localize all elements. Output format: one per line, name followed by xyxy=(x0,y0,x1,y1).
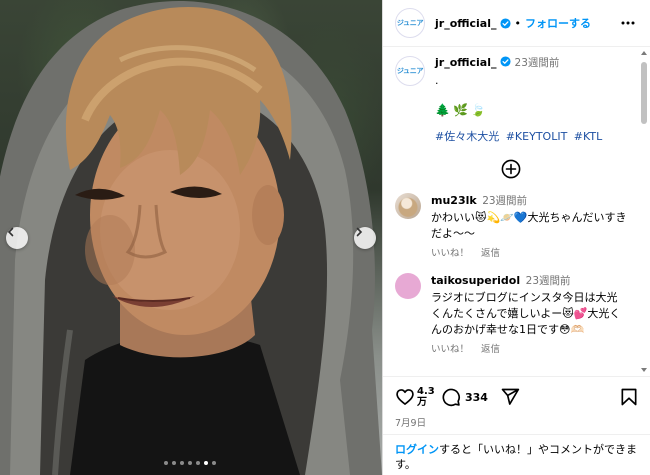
previous-slide-button[interactable] xyxy=(6,227,28,249)
carousel-dot xyxy=(188,461,192,465)
share-icon xyxy=(501,388,520,405)
comment-item: mu23lk 23週間前 かわいい😻💫🪐💙大光ちゃんだいすきだよ〜〜 いいね！ … xyxy=(395,192,627,261)
comment-reply-button[interactable]: 返信 xyxy=(481,343,500,357)
account-username[interactable]: jr_official_ xyxy=(435,17,497,30)
carousel-dot xyxy=(204,461,208,465)
like-count[interactable]: 4.3 万 xyxy=(417,386,435,408)
commenter-username[interactable]: mu23lk xyxy=(431,194,477,207)
header-separator: • xyxy=(514,16,522,30)
comment-like-button[interactable]: いいね！ xyxy=(431,343,469,357)
caption-hashtags: #佐々木大光 #KEYTOLIT #KTL xyxy=(435,130,605,145)
bookmark-icon xyxy=(621,388,637,406)
post-date[interactable]: 7月9日 xyxy=(395,415,639,429)
login-link[interactable]: ログイン xyxy=(395,443,439,456)
chevron-left-icon xyxy=(7,227,14,237)
commenter-avatar[interactable] xyxy=(395,192,421,219)
carousel-dot xyxy=(212,461,216,465)
caption-avatar-logo: ジュニア xyxy=(396,67,424,75)
like-count-unit: 万 xyxy=(417,397,427,408)
hashtag-link[interactable]: #KTL xyxy=(574,130,602,143)
comments-scrollbar[interactable] xyxy=(640,48,648,375)
chevron-right-icon xyxy=(356,227,363,237)
load-more-comments-button[interactable] xyxy=(395,159,627,179)
more-horizontal-icon xyxy=(621,21,635,25)
post-detail-panel: ジュニア jr_official_ • フォローする ジュニア jr_offic… xyxy=(382,0,650,475)
comment-item: taikosuperidol 23週間前 ラジオにブログにインスタ今日は大光くん… xyxy=(395,272,627,357)
like-count-number: 4.3 xyxy=(417,386,435,397)
caption-avatar[interactable]: ジュニア xyxy=(395,56,425,86)
comment-timestamp: 23週間前 xyxy=(525,274,571,287)
caption-username[interactable]: jr_official_ xyxy=(435,56,497,69)
hashtag-link[interactable]: #佐々木大光 xyxy=(435,130,499,143)
portrait-illustration xyxy=(0,1,382,475)
commenter-username[interactable]: taikosuperidol xyxy=(431,274,520,287)
heart-icon xyxy=(396,389,414,405)
scroll-down-arrow-icon[interactable] xyxy=(641,368,647,372)
comment-button[interactable] xyxy=(441,387,461,407)
carousel-dot xyxy=(164,461,168,465)
caption-text: · xyxy=(435,76,439,90)
post-caption: ジュニア jr_official_ 23週間前 · 🌲🌿🍃 #佐々木大光 #KEY… xyxy=(395,48,627,145)
share-button[interactable] xyxy=(500,387,520,407)
comment-timestamp: 23週間前 xyxy=(482,194,528,207)
caption-emojis: 🌲🌿🍃 xyxy=(435,102,489,117)
comment-reply-button[interactable]: 返信 xyxy=(481,247,500,261)
post-header: ジュニア jr_official_ • フォローする xyxy=(383,0,650,47)
carousel-dot xyxy=(180,461,184,465)
comment-text: ラジオにブログにインスタ今日は大光くんたくさんで嬉しいよー😻💕大光くんのおかげ幸… xyxy=(431,290,621,336)
carousel-dot xyxy=(196,461,200,465)
account-avatar[interactable]: ジュニア xyxy=(395,8,425,38)
more-options-button[interactable] xyxy=(618,13,638,33)
save-button[interactable] xyxy=(619,387,639,407)
hashtag-link[interactable]: #KEYTOLIT xyxy=(506,130,568,143)
caption-timestamp: 23週間前 xyxy=(514,57,560,69)
verified-badge-icon xyxy=(499,17,511,29)
account-logo: ジュニア xyxy=(396,19,424,27)
plus-circle-icon xyxy=(501,159,521,179)
comment-like-button[interactable]: いいね！ xyxy=(431,247,469,261)
scroll-up-arrow-icon[interactable] xyxy=(641,51,647,55)
like-button[interactable] xyxy=(395,387,415,407)
commenter-avatar[interactable] xyxy=(395,272,421,299)
comments-list[interactable]: ジュニア jr_official_ 23週間前 · 🌲🌿🍃 #佐々木大光 #KEY… xyxy=(383,48,639,375)
comment-icon xyxy=(442,388,460,407)
next-slide-button[interactable] xyxy=(354,227,376,249)
post-photo[interactable] xyxy=(0,0,382,475)
carousel-indicator xyxy=(164,461,216,465)
comment-count: 334 xyxy=(465,390,488,404)
post-action-bar: 4.3 万 334 7月9日 xyxy=(383,376,650,434)
verified-badge-icon xyxy=(499,56,511,67)
follow-button[interactable]: フォローする xyxy=(525,15,591,31)
scrollbar-thumb[interactable] xyxy=(641,62,647,124)
comment-text: かわいい😻💫🪐💙大光ちゃんだいすきだよ〜〜 xyxy=(431,210,627,240)
carousel-dot xyxy=(172,461,176,465)
login-prompt: ログインすると「いいね！」やコメントができます。 xyxy=(383,434,650,475)
